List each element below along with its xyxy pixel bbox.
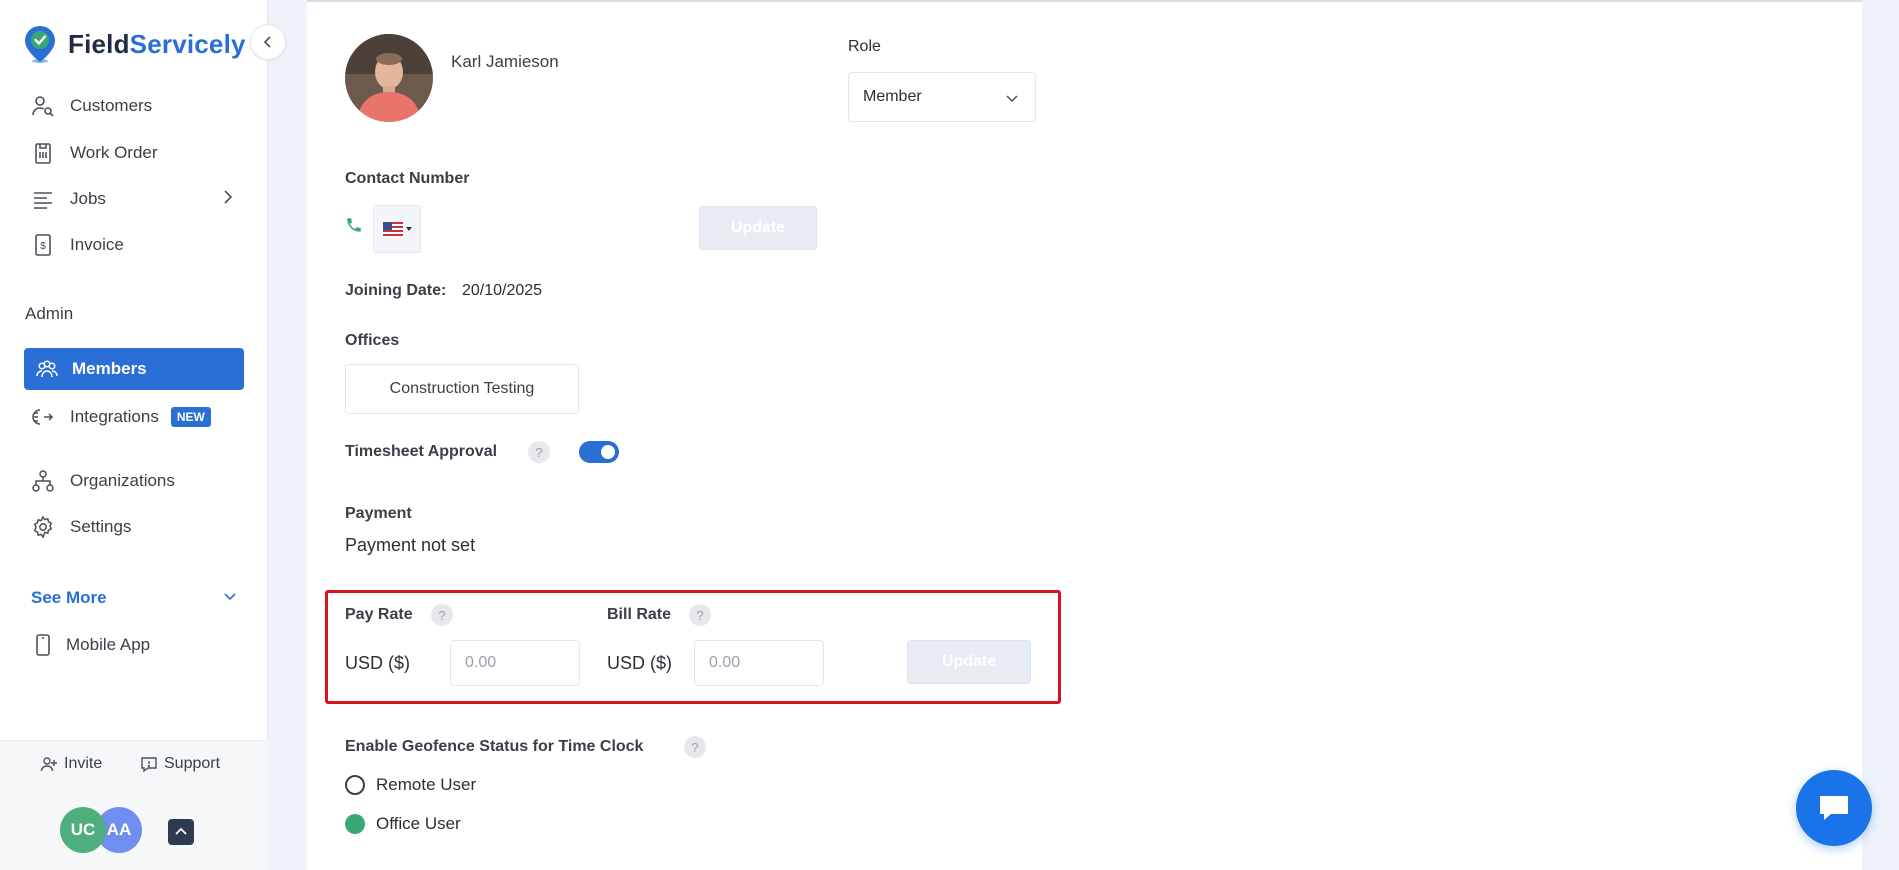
gear-icon	[30, 514, 56, 540]
top-border	[307, 0, 1862, 2]
geofence-label: Enable Geofence Status for Time Clock	[345, 738, 644, 755]
role-label: Role	[848, 38, 881, 55]
sidebar-item-invoice[interactable]: $ Invoice	[30, 232, 124, 258]
sidebar-item-settings[interactable]: Settings	[30, 514, 131, 540]
office-user-label: Office User	[376, 814, 461, 833]
chevron-down-icon	[223, 588, 237, 608]
office-user-radio[interactable]	[345, 814, 365, 834]
chevron-up-icon	[174, 825, 188, 839]
collapse-sidebar-button[interactable]	[250, 24, 286, 60]
chat-icon	[1817, 793, 1851, 823]
list-icon	[30, 186, 56, 212]
invite-label: Invite	[64, 755, 103, 772]
sidebar-item-label: Work Order	[70, 143, 158, 162]
remote-user-radio[interactable]	[345, 775, 365, 795]
clipboard-icon	[30, 140, 56, 166]
profile-photo	[345, 34, 433, 122]
timesheet-approval-label: Timesheet Approval	[345, 443, 498, 460]
add-user-icon	[40, 755, 58, 773]
member-detail-panel: Karl Jamieson Role Member Contact Number…	[307, 0, 1862, 870]
users-icon	[34, 356, 60, 382]
contact-number-label: Contact Number	[345, 170, 470, 187]
invoice-icon: $	[30, 232, 56, 258]
timesheet-approval-toggle[interactable]	[579, 441, 619, 463]
integrations-icon	[30, 404, 56, 430]
see-more-toggle[interactable]: See More	[31, 588, 241, 608]
sidebar: FieldServicely Customers Work Order Jobs…	[0, 0, 268, 870]
chat-widget-button[interactable]	[1796, 770, 1872, 846]
sidebar-item-label: Organizations	[70, 471, 175, 490]
brand-name-part2: Servicely	[129, 28, 246, 59]
org-chart-icon	[30, 468, 56, 494]
chat-bubble-icon	[140, 755, 158, 773]
bill-rate-currency: USD ($)	[607, 653, 673, 673]
expand-button[interactable]	[168, 819, 194, 845]
chevron-right-icon	[222, 189, 234, 210]
sidebar-footer: Invite Support UC AA	[0, 740, 268, 870]
sidebar-item-label: Customers	[70, 96, 153, 115]
sidebar-item-label: Mobile App	[66, 635, 151, 654]
sidebar-item-mobile-app[interactable]: Mobile App	[30, 632, 150, 658]
sidebar-item-label: Jobs	[70, 189, 106, 208]
joining-date-value: 20/10/2025	[462, 282, 543, 299]
bill-rate-label: Bill Rate	[607, 606, 672, 623]
offices-label: Offices	[345, 332, 400, 349]
help-icon[interactable]: ?	[689, 604, 711, 626]
caret-down-icon	[405, 227, 412, 231]
pay-rate-currency: USD ($)	[345, 653, 411, 673]
admin-section-label: Admin	[25, 304, 74, 323]
content-gutter-left	[268, 0, 307, 870]
pay-rate-input[interactable]	[450, 640, 580, 686]
invite-link[interactable]: Invite	[40, 755, 102, 773]
payment-label: Payment	[345, 505, 412, 522]
bill-rate-input[interactable]	[694, 640, 824, 686]
us-flag-icon	[382, 222, 403, 236]
see-more-label: See More	[31, 588, 107, 607]
user-search-icon	[30, 93, 56, 119]
brand-logo[interactable]: FieldServicely	[22, 24, 246, 64]
help-icon[interactable]: ?	[684, 736, 706, 758]
sidebar-item-label: Settings	[70, 517, 132, 536]
joining-date-label: Joining Date:	[345, 282, 447, 299]
sidebar-item-label: Invoice	[70, 235, 124, 254]
sidebar-item-integrations[interactable]: Integrations NEW	[30, 404, 211, 430]
office-chip[interactable]: Construction Testing	[345, 364, 579, 414]
remote-user-label: Remote User	[376, 775, 477, 794]
help-icon[interactable]: ?	[528, 441, 550, 463]
help-icon[interactable]: ?	[431, 604, 453, 626]
support-link[interactable]: Support	[140, 755, 220, 773]
pay-rate-label: Pay Rate	[345, 606, 413, 623]
country-code-select[interactable]	[373, 205, 421, 253]
location-pin-icon	[25, 26, 55, 63]
sidebar-item-label: Members	[72, 359, 147, 378]
brand-name-part1: Field	[68, 28, 130, 59]
phone-icon	[345, 216, 363, 239]
chevron-left-icon	[263, 35, 273, 49]
toggle-knob	[601, 445, 615, 459]
support-label: Support	[164, 755, 221, 772]
contact-update-button[interactable]: Update	[699, 206, 817, 250]
svg-text:$: $	[40, 241, 46, 252]
mobile-phone-icon	[30, 632, 56, 658]
sidebar-item-members[interactable]: Members	[24, 348, 244, 390]
sidebar-item-customers[interactable]: Customers	[30, 93, 152, 119]
rate-update-button[interactable]: Update	[907, 640, 1031, 684]
new-badge: NEW	[170, 407, 211, 427]
role-select[interactable]: Member	[848, 72, 1036, 122]
phone-number-input[interactable]	[423, 205, 683, 253]
sidebar-item-jobs[interactable]: Jobs	[30, 186, 244, 212]
sidebar-item-organizations[interactable]: Organizations	[30, 468, 175, 494]
chevron-down-icon	[1005, 91, 1019, 109]
member-name: Karl Jamieson	[451, 52, 559, 71]
payment-value: Payment not set	[345, 535, 476, 555]
avatar[interactable]: UC	[60, 807, 106, 853]
sidebar-item-work-order[interactable]: Work Order	[30, 140, 158, 166]
sidebar-item-label: Integrations	[70, 407, 159, 426]
role-value: Member	[863, 88, 922, 105]
content-gutter-right	[1862, 0, 1899, 870]
